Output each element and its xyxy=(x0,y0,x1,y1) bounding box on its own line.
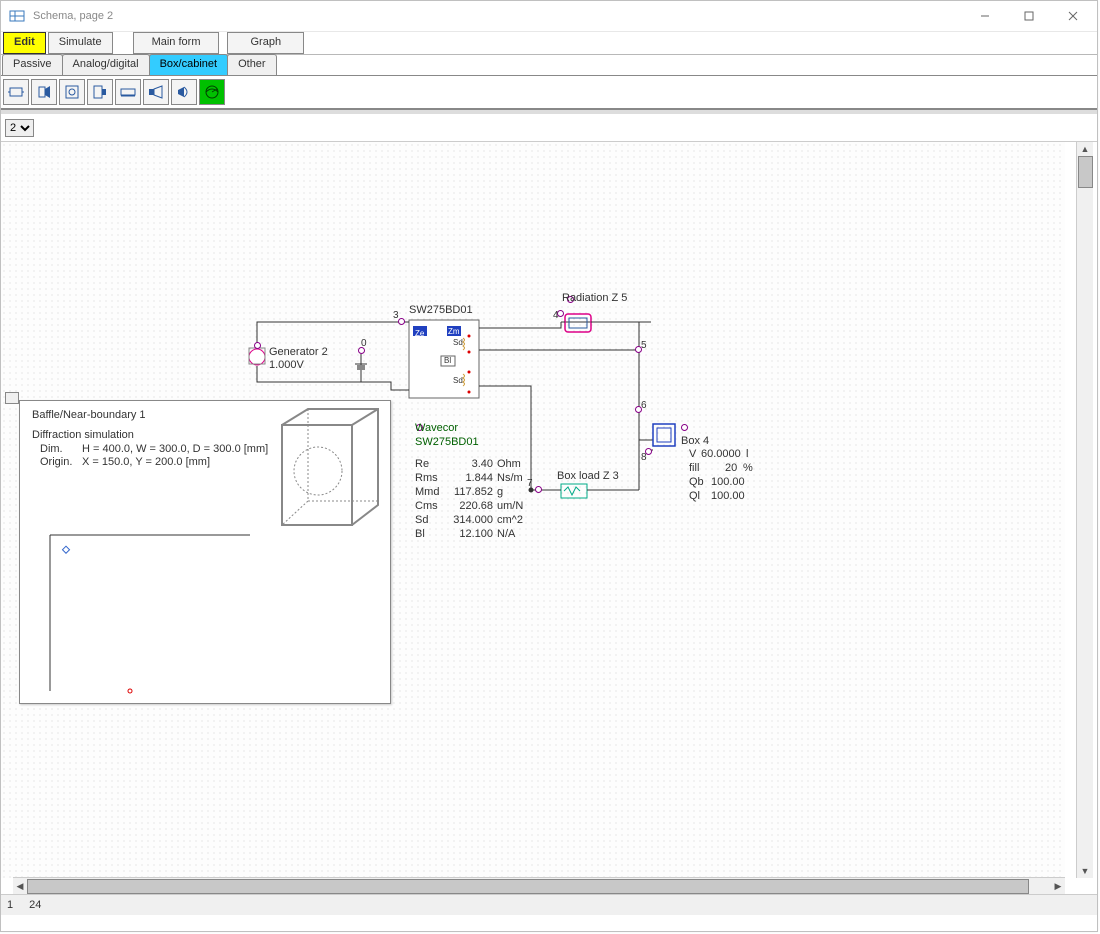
pin xyxy=(254,342,261,349)
spec-mmd-v: 117.852 xyxy=(447,486,493,498)
page-select[interactable]: 2 xyxy=(5,119,34,137)
pin xyxy=(535,486,542,493)
node-8: 8 xyxy=(641,452,647,463)
label-generator: Generator 2 xyxy=(269,346,328,358)
graph-button[interactable]: Graph xyxy=(227,32,304,54)
box-qb-n: Qb xyxy=(689,476,704,488)
horizontal-scrollbar[interactable]: ◀ ▶ xyxy=(13,877,1065,894)
driver-in-bl: Bl xyxy=(444,356,451,365)
comp-icon-5[interactable] xyxy=(115,79,141,105)
node-5: 5 xyxy=(641,340,647,351)
label-box: Box 4 xyxy=(681,435,709,447)
comp-icon-7[interactable] xyxy=(171,79,197,105)
panel-tab-handle[interactable] xyxy=(5,392,19,404)
maximize-button[interactable] xyxy=(1007,1,1051,31)
hscroll-thumb[interactable] xyxy=(27,879,1029,894)
scroll-up-arrow-icon[interactable]: ▲ xyxy=(1077,142,1093,156)
component-iconbar xyxy=(1,76,1097,109)
baffle-panel[interactable]: Baffle/Near-boundary 1 Diffraction simul… xyxy=(19,400,391,704)
comp-icon-4[interactable] xyxy=(87,79,113,105)
box-ql-v: 100.00 xyxy=(711,490,745,502)
node-4: 4 xyxy=(553,310,559,321)
tab-passive[interactable]: Passive xyxy=(2,54,63,75)
status-bar: 1 24 xyxy=(1,894,1097,915)
spec-brand: Wavecor xyxy=(415,422,458,434)
spec-model: SW275BD01 xyxy=(415,436,479,448)
scroll-right-arrow-icon[interactable]: ▶ xyxy=(1051,878,1065,894)
driver-in-sd-top: Sd xyxy=(453,338,463,347)
spec-sd-v: 314.000 xyxy=(447,514,493,526)
spec-bl-n: Bl xyxy=(415,528,425,540)
comp-icon-6[interactable] xyxy=(143,79,169,105)
component-tabs: Passive Analog/digital Box/cabinet Other xyxy=(1,55,1097,76)
box-v-v: 60.0000 xyxy=(701,448,741,460)
box-v-u: l xyxy=(746,448,748,460)
status-cell-1: 1 xyxy=(7,896,21,914)
minimize-button[interactable] xyxy=(963,1,1007,31)
node-6: 6 xyxy=(641,400,647,411)
window-title: Schema, page 2 xyxy=(33,10,963,22)
node-0: 0 xyxy=(361,338,367,349)
spec-re-u: Ohm xyxy=(497,458,521,470)
vscroll-thumb[interactable] xyxy=(1078,156,1093,188)
status-cell-2: 24 xyxy=(21,896,49,914)
driver-in-zm: Zm xyxy=(448,327,460,336)
mainform-button[interactable]: Main form xyxy=(133,32,220,54)
titlebar: Schema, page 2 xyxy=(1,1,1097,32)
comp-icon-8[interactable] xyxy=(199,79,225,105)
label-driver: SW275BD01 xyxy=(409,304,473,316)
spec-bl-u: N/A xyxy=(497,528,515,540)
page-selector-bar: 2 xyxy=(1,115,1097,142)
comp-icon-2[interactable] xyxy=(31,79,57,105)
comp-icon-1[interactable] xyxy=(3,79,29,105)
tab-box-cabinet[interactable]: Box/cabinet xyxy=(149,54,228,75)
spec-sd-u: cm^2 xyxy=(497,514,523,526)
spec-rms-v: 1.844 xyxy=(453,472,493,484)
label-radiation: Radiation Z 5 xyxy=(562,292,627,304)
tab-analog-digital[interactable]: Analog/digital xyxy=(62,54,150,75)
pin xyxy=(398,318,405,325)
spec-mmd-n: Mmd xyxy=(415,486,439,498)
schematic-canvas[interactable]: 0 3 4 5 6 7 8 Generator 2 1.000V SW275BD… xyxy=(1,142,1065,878)
tab-other[interactable]: Other xyxy=(227,54,277,75)
vertical-scrollbar[interactable]: ▲ ▼ xyxy=(1076,142,1093,878)
box-fill-v: 20 xyxy=(725,462,737,474)
spec-cms-u: um/N xyxy=(497,500,523,512)
box-ql-n: Ql xyxy=(689,490,700,502)
spec-re-n: Re xyxy=(415,458,429,470)
driver-in-ze: Ze xyxy=(415,329,424,338)
close-button[interactable] xyxy=(1051,1,1095,31)
edit-button[interactable]: Edit xyxy=(3,32,46,54)
spec-sd-n: Sd xyxy=(415,514,428,526)
box-v-n: V xyxy=(689,448,696,460)
node-3: 3 xyxy=(393,310,399,321)
node-7: 7 xyxy=(527,478,533,489)
pin xyxy=(681,424,688,431)
label-boxload: Box load Z 3 xyxy=(557,470,619,482)
box-fill-u: % xyxy=(743,462,753,474)
spec-cms-v: 220.68 xyxy=(447,500,493,512)
spec-rms-n: Rms xyxy=(415,472,438,484)
app-window: Schema, page 2 Edit Simulate Main form G… xyxy=(0,0,1098,932)
box-qb-v: 100.00 xyxy=(711,476,745,488)
label-generator-value: 1.000V xyxy=(269,359,304,371)
scroll-left-arrow-icon[interactable]: ◀ xyxy=(13,878,27,894)
canvas-wrap: 0 3 4 5 6 7 8 Generator 2 1.000V SW275BD… xyxy=(1,142,1093,894)
spec-rms-u: Ns/m xyxy=(497,472,523,484)
spec-re-v: 3.40 xyxy=(453,458,493,470)
comp-icon-3[interactable] xyxy=(59,79,85,105)
app-icon xyxy=(9,8,25,24)
box-fill-n: fill xyxy=(689,462,699,474)
spec-cms-n: Cms xyxy=(415,500,438,512)
scroll-down-arrow-icon[interactable]: ▼ xyxy=(1077,864,1093,878)
spec-bl-v: 12.100 xyxy=(447,528,493,540)
simulate-button[interactable]: Simulate xyxy=(48,32,113,54)
main-toolbar: Edit Simulate Main form Graph xyxy=(1,32,1097,55)
driver-in-sd-bot: Sd xyxy=(453,376,463,385)
spec-mmd-u: g xyxy=(497,486,503,498)
panel-graphic xyxy=(20,401,390,703)
